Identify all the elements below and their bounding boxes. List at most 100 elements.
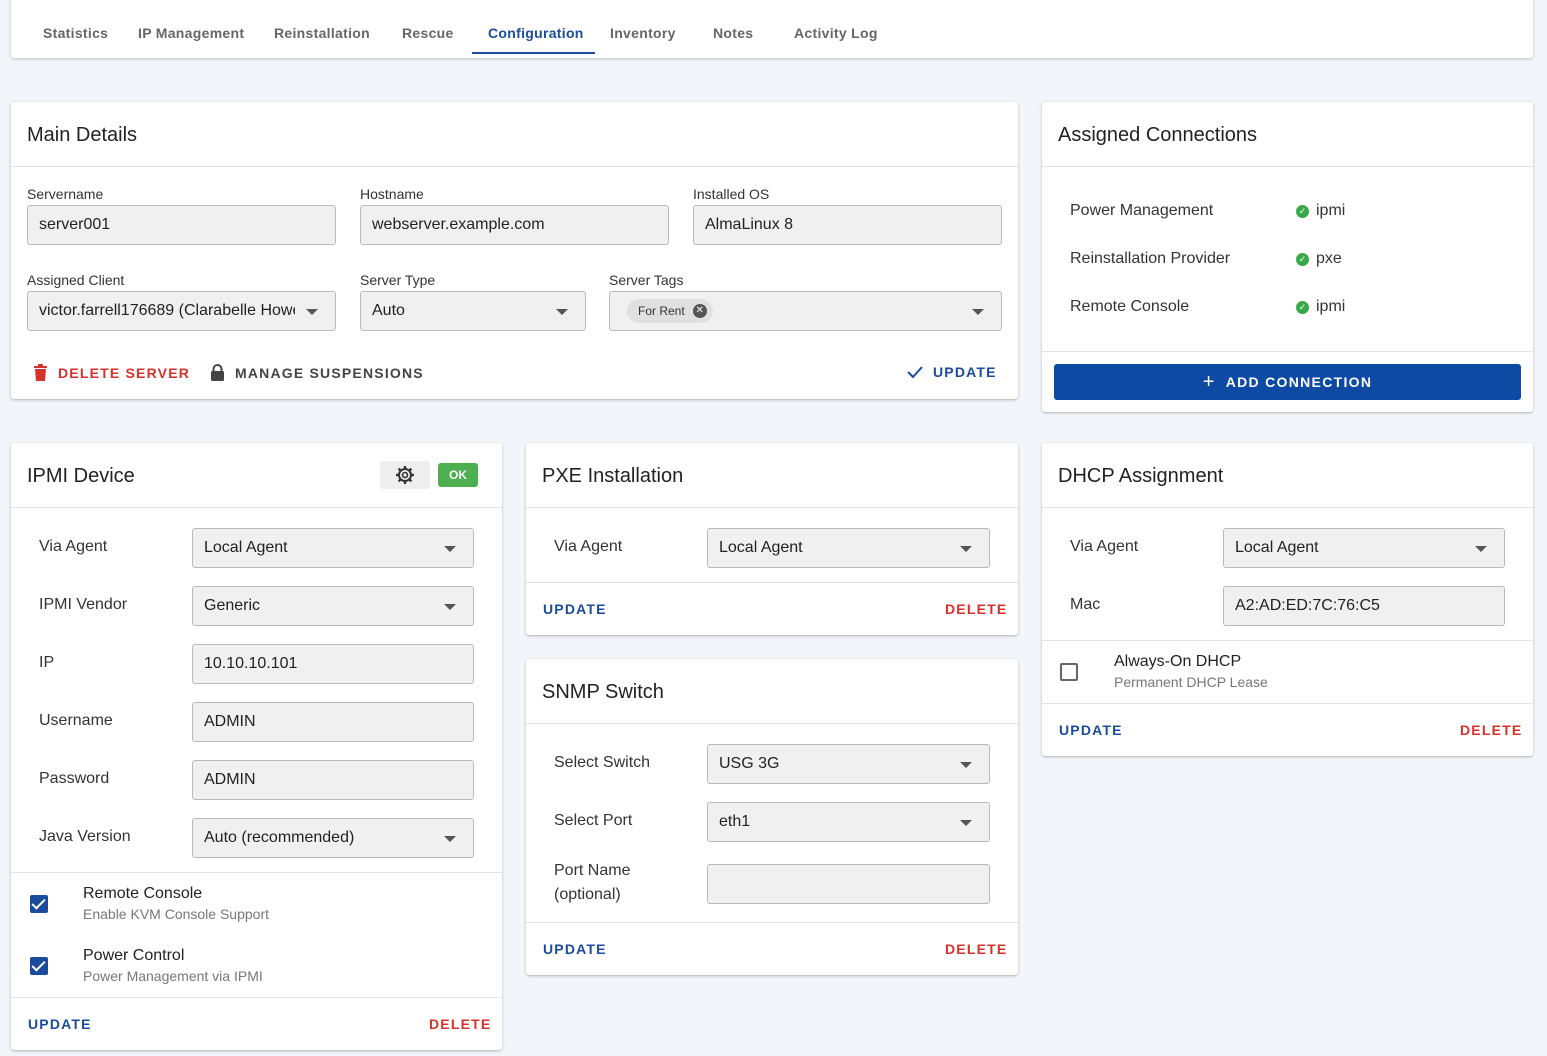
assigned-client-select[interactable]: victor.farrell176689 (Clarabelle Howell) bbox=[27, 291, 336, 331]
remote-console-title: Remote Console bbox=[83, 885, 203, 902]
snmp-switch-card: SNMP Switch Select Switch USG 3G Select … bbox=[526, 659, 1018, 975]
chevron-down-icon bbox=[960, 762, 972, 768]
select-switch-label: Select Switch bbox=[554, 754, 651, 771]
username-input[interactable]: ADMIN bbox=[192, 702, 474, 742]
chevron-down-icon bbox=[1475, 546, 1487, 552]
ip-label: IP bbox=[39, 654, 55, 671]
via-agent-select[interactable]: Local Agent bbox=[192, 528, 474, 568]
update-main-button[interactable]: UPDATE bbox=[907, 364, 997, 380]
server-type-select[interactable]: Auto bbox=[360, 291, 586, 331]
delete-server-button[interactable]: DELETE SERVER bbox=[33, 364, 190, 381]
mac-label: Mac bbox=[1070, 596, 1101, 613]
power-control-checkbox[interactable] bbox=[30, 957, 48, 975]
server-type-label: Server Type bbox=[360, 272, 436, 288]
java-version-select[interactable]: Auto (recommended) bbox=[192, 818, 474, 858]
tab-ip-management[interactable]: IP Management bbox=[138, 25, 244, 41]
tab-reinstallation[interactable]: Reinstallation bbox=[274, 25, 370, 41]
mac-input[interactable]: A2:AD:ED:7C:76:C5 bbox=[1223, 586, 1505, 626]
select-switch-select[interactable]: USG 3G bbox=[707, 744, 990, 784]
connection-value: ✓ pxe bbox=[1296, 250, 1342, 268]
chevron-down-icon bbox=[444, 546, 456, 552]
ipmi-device-title: IPMI Device bbox=[27, 465, 135, 487]
password-input[interactable]: ADMIN bbox=[192, 760, 474, 800]
assigned-client-label: Assigned Client bbox=[27, 272, 125, 288]
java-version-label: Java Version bbox=[39, 828, 131, 845]
connection-label: Reinstallation Provider bbox=[1070, 250, 1231, 267]
tab-notes[interactable]: Notes bbox=[713, 25, 753, 41]
update-pxe-button[interactable]: UPDATE bbox=[543, 601, 607, 617]
check-circle-icon: ✓ bbox=[1296, 252, 1309, 266]
ip-input[interactable]: 10.10.10.101 bbox=[192, 644, 474, 684]
chevron-down-icon bbox=[960, 546, 972, 552]
via-agent-label: Via Agent bbox=[1070, 538, 1139, 555]
via-agent-label: Via Agent bbox=[554, 538, 623, 555]
delete-snmp-button[interactable]: DELETE bbox=[945, 941, 1007, 957]
power-control-subtitle: Power Management via IPMI bbox=[83, 968, 263, 984]
chevron-down-icon bbox=[960, 820, 972, 826]
tab-rescue[interactable]: Rescue bbox=[402, 25, 454, 41]
divider bbox=[11, 872, 502, 873]
pxe-via-agent-select[interactable]: Local Agent bbox=[707, 528, 990, 568]
select-port-label: Select Port bbox=[554, 812, 633, 829]
tag-chip-for-rent: For Rent ✕ bbox=[627, 299, 713, 323]
tab-inventory[interactable]: Inventory bbox=[610, 25, 676, 41]
always-on-dhcp-title: Always-On DHCP bbox=[1114, 653, 1242, 670]
ipmi-vendor-select[interactable]: Generic bbox=[192, 586, 474, 626]
ipmi-device-card: IPMI Device OK Via Agent Local Agent IPM… bbox=[11, 443, 502, 1050]
status-badge: OK bbox=[438, 463, 478, 487]
lock-icon bbox=[211, 364, 224, 381]
tag-chip-label: For Rent bbox=[638, 304, 685, 318]
select-port-select[interactable]: eth1 bbox=[707, 802, 990, 842]
divider bbox=[526, 922, 1018, 923]
always-on-dhcp-subtitle: Permanent DHCP Lease bbox=[1114, 674, 1268, 690]
plus-icon: + bbox=[1202, 371, 1216, 393]
pxe-installation-card: PXE Installation Via Agent Local Agent U… bbox=[526, 443, 1018, 635]
tab-configuration[interactable]: Configuration bbox=[488, 25, 584, 41]
dhcp-assignment-title: DHCP Assignment bbox=[1058, 465, 1224, 487]
divider bbox=[526, 507, 1018, 508]
port-name-input[interactable] bbox=[707, 864, 990, 904]
tab-statistics[interactable]: Statistics bbox=[43, 25, 108, 41]
remote-console-subtitle: Enable KVM Console Support bbox=[83, 906, 269, 922]
update-dhcp-button[interactable]: UPDATE bbox=[1059, 722, 1123, 738]
assigned-connections-title: Assigned Connections bbox=[1058, 124, 1258, 146]
connection-value: ✓ ipmi bbox=[1296, 202, 1345, 220]
dhcp-via-agent-select[interactable]: Local Agent bbox=[1223, 528, 1505, 568]
password-label: Password bbox=[39, 770, 110, 787]
update-ipmi-button[interactable]: UPDATE bbox=[28, 1016, 92, 1032]
snmp-switch-title: SNMP Switch bbox=[542, 681, 664, 703]
port-name-optional-label: (optional) bbox=[554, 886, 621, 903]
hostname-label: Hostname bbox=[360, 186, 424, 202]
main-details-card: Main Details Servername server001 Hostna… bbox=[11, 102, 1018, 399]
installed-os-input[interactable]: AlmaLinux 8 bbox=[693, 205, 1002, 245]
divider bbox=[11, 166, 1018, 167]
chevron-down-icon bbox=[444, 836, 456, 842]
tab-activity-log[interactable]: Activity Log bbox=[794, 25, 878, 41]
delete-dhcp-button[interactable]: DELETE bbox=[1460, 722, 1522, 738]
connection-label: Power Management bbox=[1070, 202, 1214, 219]
via-agent-label: Via Agent bbox=[39, 538, 108, 555]
close-icon[interactable]: ✕ bbox=[692, 304, 707, 318]
divider bbox=[1042, 351, 1533, 352]
tab-bar: Statistics IP Management Reinstallation … bbox=[11, 0, 1533, 58]
pxe-installation-title: PXE Installation bbox=[542, 465, 684, 487]
check-circle-icon: ✓ bbox=[1296, 204, 1309, 218]
divider bbox=[11, 507, 502, 508]
connection-value: ✓ ipmi bbox=[1296, 298, 1345, 316]
add-connection-button[interactable]: + ADD CONNECTION bbox=[1054, 364, 1521, 400]
update-snmp-button[interactable]: UPDATE bbox=[543, 941, 607, 957]
delete-ipmi-button[interactable]: DELETE bbox=[429, 1016, 491, 1032]
manage-suspensions-button[interactable]: MANAGE SUSPENSIONS bbox=[210, 364, 424, 381]
always-on-dhcp-checkbox[interactable] bbox=[1060, 663, 1078, 681]
check-circle-icon: ✓ bbox=[1296, 300, 1309, 314]
servername-input[interactable]: server001 bbox=[27, 205, 336, 245]
power-control-title: Power Control bbox=[83, 947, 185, 964]
connection-label: Remote Console bbox=[1070, 298, 1190, 315]
installed-os-label: Installed OS bbox=[693, 186, 770, 202]
divider bbox=[1042, 703, 1533, 704]
chevron-down-icon bbox=[972, 309, 984, 315]
settings-button[interactable] bbox=[380, 461, 430, 489]
remote-console-checkbox[interactable] bbox=[30, 895, 48, 913]
hostname-input[interactable]: webserver.example.com bbox=[360, 205, 669, 245]
delete-pxe-button[interactable]: DELETE bbox=[945, 601, 1007, 617]
